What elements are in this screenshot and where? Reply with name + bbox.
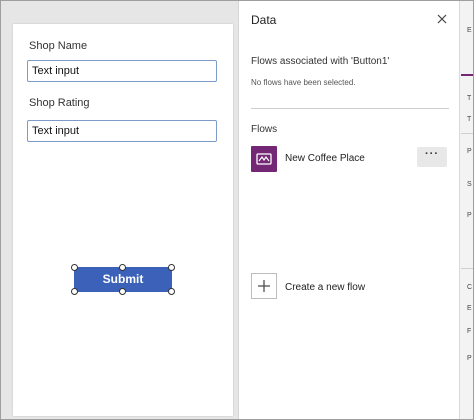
- more-options-button[interactable]: ···: [417, 147, 447, 167]
- strip-text: P: [467, 212, 472, 219]
- strip-text: T: [467, 95, 472, 102]
- strip-accent: [461, 74, 474, 76]
- data-panel: Data Flows associated with 'Button1' No …: [238, 0, 460, 420]
- strip-divider: [461, 268, 474, 269]
- resize-handle-top[interactable]: [119, 264, 126, 271]
- strip-text: S: [467, 181, 472, 188]
- resize-handle-bottom[interactable]: [119, 288, 126, 295]
- create-flow-label[interactable]: Create a new flow: [285, 282, 365, 293]
- app-canvas: Shop Name Text input Shop Rating Text in…: [13, 24, 233, 416]
- submit-button-selection[interactable]: Submit: [71, 264, 175, 295]
- strip-text: T: [467, 116, 472, 123]
- divider: [251, 108, 449, 109]
- associated-flows-heading: Flows associated with 'Button1': [251, 56, 390, 67]
- strip-text: E: [467, 27, 472, 34]
- strip-text: F: [467, 328, 472, 335]
- close-icon[interactable]: [435, 12, 449, 26]
- strip-divider: [461, 133, 474, 134]
- shop-rating-input[interactable]: Text input: [27, 120, 217, 142]
- resize-handle-top-left[interactable]: [71, 264, 78, 271]
- resize-handle-bottom-left[interactable]: [71, 288, 78, 295]
- panel-title: Data: [251, 13, 277, 27]
- shop-rating-label: Shop Rating: [29, 97, 90, 109]
- properties-strip: E T T P S P C E F P: [459, 0, 474, 420]
- plus-icon[interactable]: [251, 273, 277, 299]
- resize-handle-top-right[interactable]: [168, 264, 175, 271]
- power-automate-flow-icon: [251, 146, 277, 172]
- shop-name-label: Shop Name: [29, 40, 88, 52]
- flows-heading: Flows: [251, 124, 278, 135]
- strip-text: P: [467, 355, 472, 362]
- resize-handle-bottom-right[interactable]: [168, 288, 175, 295]
- flow-name[interactable]: New Coffee Place: [285, 153, 365, 164]
- strip-text: C: [467, 284, 473, 291]
- shop-name-input[interactable]: Text input: [27, 60, 217, 82]
- strip-text: E: [467, 305, 472, 312]
- no-flows-message: No flows have been selected.: [251, 78, 356, 87]
- strip-text: P: [467, 148, 472, 155]
